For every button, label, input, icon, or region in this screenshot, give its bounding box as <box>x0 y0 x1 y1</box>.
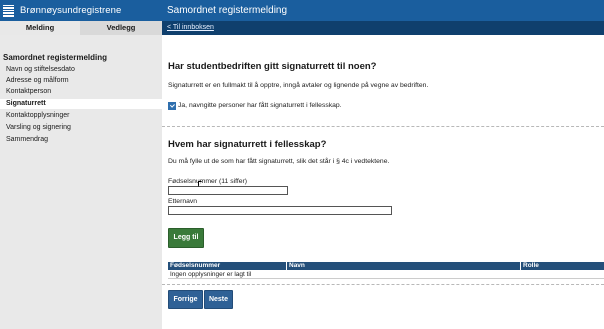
sidebar-item-varsling-og-signering[interactable]: Varsling og signering <box>0 123 162 133</box>
add-signatory-button[interactable]: Legg til <box>168 228 204 248</box>
ssn-label: Fødselsnummer (11 siffer) <box>168 178 248 185</box>
sidebar-item-kontaktperson[interactable]: Kontaktperson <box>0 87 162 97</box>
sidebar-item-kontaktopplysninger[interactable]: Kontaktopplysninger <box>0 111 162 121</box>
previous-button[interactable]: Forrige <box>168 290 203 309</box>
brand-name: Brønnøysundregistrene <box>20 5 122 16</box>
sidebar-item-navn-og-stiftelsesdato[interactable]: Navn og stiftelsesdato <box>0 65 162 75</box>
main-content: Har studentbedriften gitt signaturrett t… <box>162 35 604 329</box>
lastname-label: Etternavn <box>168 198 198 205</box>
signature-checkbox-label[interactable]: Ja, navngitte personer har fått signatur… <box>178 102 342 109</box>
signature-checkbox[interactable] <box>168 102 176 110</box>
mouse-cursor-icon <box>198 181 202 187</box>
sidebar-item-signaturrett[interactable]: Signaturrett <box>0 99 162 109</box>
signature-description: Signaturrett er en fullmakt til å opptre… <box>168 82 429 89</box>
top-bar: Brønnøysundregistrene Samordnet register… <box>0 0 604 21</box>
signatories-description: Du må fylle ut de som har fått signaturr… <box>168 158 390 165</box>
tab-melding[interactable]: Melding <box>0 21 80 35</box>
column-header-rolle: Rolle <box>520 262 604 270</box>
signature-question-heading: Har studentbedriften gitt signaturrett t… <box>168 61 377 72</box>
ssn-input[interactable] <box>168 186 288 195</box>
sidebar: Samordnet registermelding Navn og stifte… <box>0 35 162 329</box>
sidebar-item-adresse-og-malform[interactable]: Adresse og målform <box>0 76 162 86</box>
next-button[interactable]: Neste <box>204 290 233 309</box>
column-header-navn: Navn <box>286 262 520 270</box>
brand-logo[interactable]: Brønnøysundregistrene <box>3 3 121 18</box>
lastname-input[interactable] <box>168 206 392 215</box>
signatories-table-header: Fødselsnummer Navn Rolle <box>168 262 604 270</box>
footer-divider <box>162 284 604 285</box>
back-to-inbox-link[interactable]: < Til innboksen <box>167 24 214 31</box>
sidebar-item-sammendrag[interactable]: Sammendrag <box>0 135 162 145</box>
page-title: Samordnet registermelding <box>167 5 288 16</box>
tab-vedlegg[interactable]: Vedlegg <box>80 21 162 35</box>
registry-logo-icon <box>3 4 14 17</box>
sidebar-heading: Samordnet registermelding <box>3 53 108 62</box>
section-divider <box>162 126 604 127</box>
column-header-fodselsnummer: Fødselsnummer <box>170 262 221 269</box>
signatories-heading: Hvem har signaturrett i fellesskap? <box>168 139 327 150</box>
table-empty-row: Ingen opplysninger er lagt til <box>168 271 604 279</box>
